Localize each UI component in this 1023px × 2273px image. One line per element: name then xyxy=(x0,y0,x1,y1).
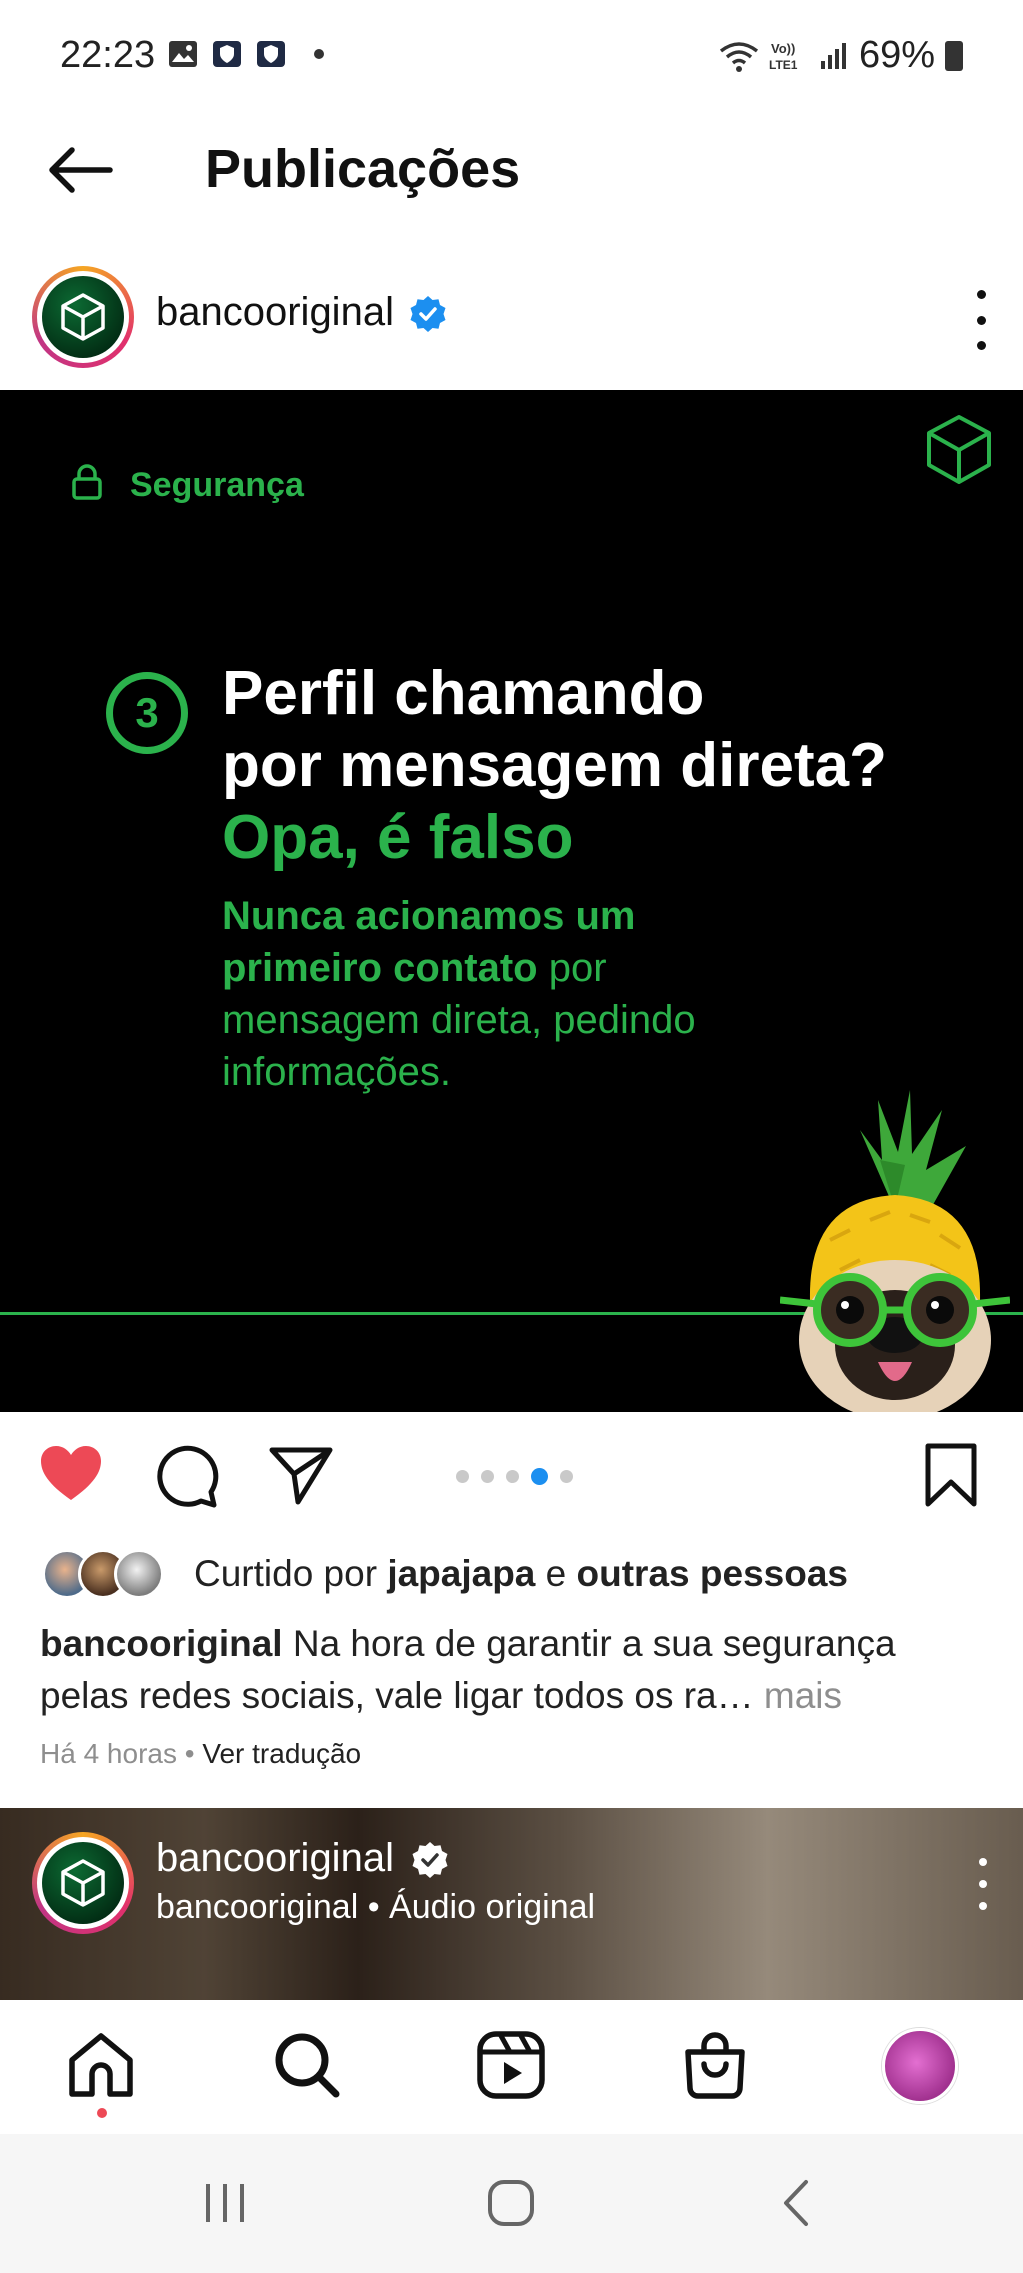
others-link[interactable]: outras pessoas xyxy=(577,1553,848,1594)
audio-label[interactable]: bancooriginal • Áudio original xyxy=(156,1888,595,1927)
status-right: Vo)) LTE1 69% xyxy=(719,34,963,77)
headline-line: por mensagem direta? xyxy=(222,731,887,800)
category-label: Segurança xyxy=(130,466,304,504)
carousel-indicator xyxy=(456,1468,573,1485)
likes-row[interactable]: Curtido por japajapa e outras pessoas xyxy=(42,1544,848,1604)
carousel-dot xyxy=(456,1470,469,1483)
reels-icon[interactable] xyxy=(476,2030,546,2100)
page-title: Publicações xyxy=(205,139,521,199)
status-time: 22:23 xyxy=(60,34,156,76)
svg-text:LTE1: LTE1 xyxy=(769,58,798,72)
home-notification-dot xyxy=(97,2108,107,2118)
translate-link[interactable]: Ver tradução xyxy=(202,1738,361,1769)
heart-icon[interactable] xyxy=(38,1442,104,1508)
carousel-dot xyxy=(560,1470,573,1483)
post-caption: bancooriginal Na hora de garantir a sua … xyxy=(40,1618,990,1722)
carousel-dot xyxy=(481,1470,494,1483)
search-icon[interactable] xyxy=(272,2030,342,2100)
home-button-icon[interactable] xyxy=(486,2178,536,2228)
more-options-icon[interactable] xyxy=(973,1858,993,1910)
cube-logo-icon xyxy=(61,293,105,341)
bookmark-icon[interactable] xyxy=(918,1442,984,1508)
system-nav-bar xyxy=(0,2134,1023,2273)
liker-avatar xyxy=(114,1549,164,1599)
battery-icon xyxy=(945,40,963,71)
bottom-nav xyxy=(0,2000,1023,2134)
app-header: Publicações xyxy=(0,110,1023,260)
svg-text:Vo)): Vo)) xyxy=(771,41,795,56)
back-arrow-icon[interactable] xyxy=(44,140,116,200)
status-bar: 22:23 Vo)) LTE1 69% xyxy=(0,0,1023,110)
avatar[interactable] xyxy=(32,1832,134,1934)
pug-pineapple-image xyxy=(780,1090,1010,1412)
more-notifications-dot xyxy=(314,49,324,59)
cube-logo-icon xyxy=(927,415,991,484)
post-meta: Há 4 horas • Ver tradução xyxy=(40,1738,362,1769)
post-time: Há 4 horas xyxy=(40,1738,177,1769)
post-username[interactable]: bancooriginal xyxy=(156,290,394,335)
profile-avatar[interactable] xyxy=(882,2028,958,2104)
notification-icons xyxy=(168,40,324,68)
subtext: Nunca acionamos um primeiro contato por … xyxy=(222,890,782,1098)
recent-apps-icon[interactable] xyxy=(200,2178,250,2228)
comment-icon[interactable] xyxy=(154,1442,220,1508)
next-post-header[interactable]: bancooriginal bancooriginal • Áudio orig… xyxy=(0,1808,1023,2000)
send-icon[interactable] xyxy=(268,1442,334,1508)
home-icon[interactable] xyxy=(66,2030,136,2100)
verified-badge-icon xyxy=(410,296,446,332)
next-post-username[interactable]: bancooriginal xyxy=(156,1836,394,1881)
more-options-icon[interactable] xyxy=(969,290,993,350)
volte-icon: Vo)) LTE1 xyxy=(769,41,798,72)
carousel-dot xyxy=(506,1470,519,1483)
battery-percent: 69% xyxy=(858,34,935,76)
step-number: 3 xyxy=(106,672,188,754)
post-actions xyxy=(0,1412,1023,1542)
wifi-icon xyxy=(719,41,759,72)
cube-logo-icon xyxy=(61,1859,105,1907)
shield-notification-icon xyxy=(213,41,241,67)
shield-notification-icon xyxy=(257,41,285,67)
shop-bag-icon[interactable] xyxy=(680,2030,750,2100)
caption-username[interactable]: bancooriginal xyxy=(40,1623,283,1664)
signal-icon xyxy=(820,42,846,69)
back-button-icon[interactable] xyxy=(772,2178,822,2228)
headline: Perfil chamando por mensagem direta? Opa… xyxy=(222,658,982,874)
headline-highlight: Opa, é falso xyxy=(222,803,574,872)
avatar[interactable] xyxy=(32,266,134,368)
lock-icon xyxy=(72,464,102,500)
caption-more-link[interactable]: mais xyxy=(754,1675,842,1716)
post-header: bancooriginal xyxy=(0,260,1023,388)
carousel-dot-active xyxy=(531,1468,548,1485)
liker-username[interactable]: japajapa xyxy=(387,1553,535,1594)
gallery-notification-icon xyxy=(169,41,197,67)
verified-badge-icon xyxy=(412,1842,448,1878)
post-image[interactable]: Segurança 3 Perfil chamando por mensagem… xyxy=(0,390,1023,1412)
headline-line: Perfil chamando xyxy=(222,659,705,728)
likes-text: Curtido por japajapa e outras pessoas xyxy=(194,1553,848,1594)
